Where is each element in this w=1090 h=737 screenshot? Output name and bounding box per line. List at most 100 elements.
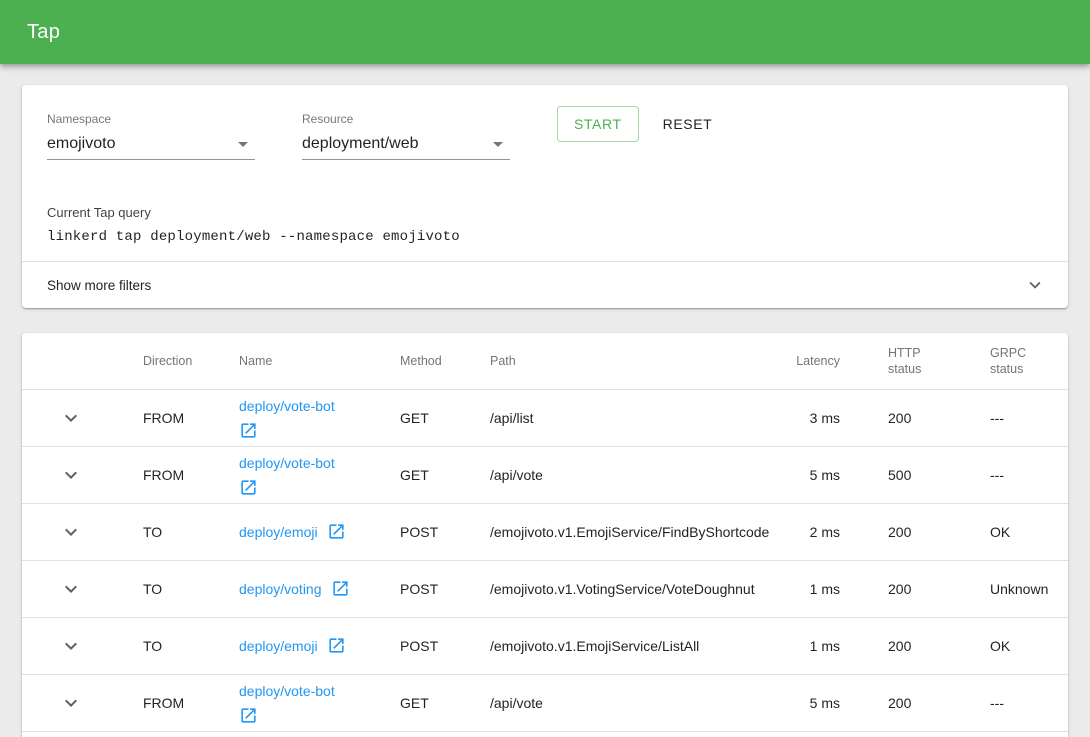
- method-cell: POST: [400, 617, 490, 674]
- app-bar: Tap: [0, 0, 1090, 64]
- method-cell: POST: [400, 503, 490, 560]
- query-card: Namespace emojivoto Resource deployment/…: [22, 85, 1068, 308]
- open-in-new-icon[interactable]: [327, 522, 346, 541]
- expand-row-button[interactable]: [59, 634, 83, 658]
- name-cell: deploy/vote-bot: [239, 446, 400, 503]
- expand-cell: [22, 560, 143, 617]
- expand-more-icon: [59, 520, 83, 544]
- path-cell: /emojivoto.v1.EmojiService/FindByShortco…: [490, 503, 770, 560]
- http-status-cell: 200: [840, 503, 988, 560]
- expand-more-icon: [59, 406, 83, 430]
- resource-link[interactable]: deploy/emoji: [239, 638, 318, 654]
- latency-cell: 5 ms: [770, 674, 840, 731]
- direction-cell: FROM: [143, 674, 239, 731]
- path-cell: /emojivoto.v1.VotingService/VoteDoughnut: [490, 560, 770, 617]
- path-cell: /api/vote: [490, 674, 770, 731]
- grpc-status-cell: Unknown: [988, 560, 1068, 617]
- direction-cell: FROM: [143, 389, 239, 446]
- latency-cell: 3 ms: [770, 389, 840, 446]
- expand-cell: [22, 446, 143, 503]
- table-row: TOdeploy/votingPOST/emojivoto.v1.VotingS…: [22, 560, 1068, 617]
- expand-more-icon: [59, 577, 83, 601]
- open-in-new-icon[interactable]: [239, 706, 258, 725]
- reset-button[interactable]: RESET: [655, 106, 721, 142]
- direction-cell: FROM: [143, 446, 239, 503]
- start-button[interactable]: START: [557, 106, 639, 142]
- tap-results-table: Direction Name Method Path Latency HTTP …: [22, 333, 1068, 732]
- open-in-new-icon[interactable]: [239, 421, 258, 440]
- col-header-latency: Latency: [770, 333, 840, 389]
- page-title: Tap: [27, 21, 60, 44]
- tap-results-card: Direction Name Method Path Latency HTTP …: [22, 333, 1068, 737]
- latency-cell: 1 ms: [770, 617, 840, 674]
- path-cell: /api/vote: [490, 446, 770, 503]
- query-form: Namespace emojivoto Resource deployment/…: [22, 85, 1068, 160]
- current-query-label: Current Tap query: [47, 205, 1043, 220]
- expand-row-button[interactable]: [59, 577, 83, 601]
- expand-row-button[interactable]: [59, 691, 83, 715]
- open-in-new-icon[interactable]: [327, 636, 346, 655]
- resource-link[interactable]: deploy/vote-bot: [239, 398, 335, 414]
- current-query-block: Current Tap query linkerd tap deployment…: [22, 205, 1068, 245]
- resource-select[interactable]: Resource deployment/web: [302, 112, 510, 160]
- expand-more-icon: [59, 691, 83, 715]
- col-header-grpc-status: GRPC status: [988, 333, 1068, 389]
- col-header-path: Path: [490, 333, 770, 389]
- path-cell: /emojivoto.v1.EmojiService/ListAll: [490, 617, 770, 674]
- method-cell: GET: [400, 446, 490, 503]
- resource-link[interactable]: deploy/emoji: [239, 524, 318, 540]
- show-more-filters-toggle[interactable]: Show more filters: [22, 261, 1068, 308]
- table-header-row: Direction Name Method Path Latency HTTP …: [22, 333, 1068, 389]
- resource-link[interactable]: deploy/vote-bot: [239, 683, 335, 699]
- method-cell: GET: [400, 674, 490, 731]
- namespace-label: Namespace: [47, 112, 255, 126]
- expand-row-button[interactable]: [59, 406, 83, 430]
- namespace-value-row: emojivoto: [47, 132, 255, 160]
- expand-row-button[interactable]: [59, 463, 83, 487]
- table-row: FROMdeploy/vote-bot GET/api/vote5 ms500--…: [22, 446, 1068, 503]
- table-row: TOdeploy/emoji POST/emojivoto.v1.EmojiSer…: [22, 503, 1068, 560]
- grpc-status-cell: ---: [988, 389, 1068, 446]
- direction-cell: TO: [143, 503, 239, 560]
- expand-cell: [22, 617, 143, 674]
- latency-cell: 1 ms: [770, 560, 840, 617]
- expand-row-button[interactable]: [59, 520, 83, 544]
- dropdown-arrow-icon: [231, 132, 255, 156]
- col-header-expand: [22, 333, 143, 389]
- col-header-method: Method: [400, 333, 490, 389]
- table-row: FROMdeploy/vote-bot GET/api/list3 ms200--…: [22, 389, 1068, 446]
- resource-value: deployment/web: [302, 132, 419, 156]
- method-cell: GET: [400, 389, 490, 446]
- expand-cell: [22, 389, 143, 446]
- resource-label: Resource: [302, 112, 510, 126]
- current-query-value: linkerd tap deployment/web --namespace e…: [47, 229, 1043, 245]
- name-cell: deploy/vote-bot: [239, 674, 400, 731]
- col-header-http-status: HTTP status: [840, 333, 988, 389]
- http-status-cell: 200: [840, 389, 988, 446]
- latency-cell: 2 ms: [770, 503, 840, 560]
- col-header-direction: Direction: [143, 333, 239, 389]
- http-status-cell: 200: [840, 560, 988, 617]
- open-in-new-icon[interactable]: [331, 579, 350, 598]
- expand-more-icon: [59, 634, 83, 658]
- direction-cell: TO: [143, 617, 239, 674]
- resource-link[interactable]: deploy/vote-bot: [239, 455, 335, 471]
- col-header-name: Name: [239, 333, 400, 389]
- http-status-cell: 500: [840, 446, 988, 503]
- expand-cell: [22, 503, 143, 560]
- name-cell: deploy/emoji: [239, 617, 400, 674]
- name-cell: deploy/emoji: [239, 503, 400, 560]
- direction-cell: TO: [143, 560, 239, 617]
- resource-value-row: deployment/web: [302, 132, 510, 160]
- path-cell: /api/list: [490, 389, 770, 446]
- http-status-cell: 200: [840, 674, 988, 731]
- namespace-value: emojivoto: [47, 132, 115, 156]
- expand-more-icon: [59, 463, 83, 487]
- latency-cell: 5 ms: [770, 446, 840, 503]
- name-cell: deploy/vote-bot: [239, 389, 400, 446]
- open-in-new-icon[interactable]: [239, 478, 258, 497]
- name-cell: deploy/voting: [239, 560, 400, 617]
- namespace-select[interactable]: Namespace emojivoto: [47, 112, 255, 160]
- grpc-status-cell: ---: [988, 446, 1068, 503]
- resource-link[interactable]: deploy/voting: [239, 581, 322, 597]
